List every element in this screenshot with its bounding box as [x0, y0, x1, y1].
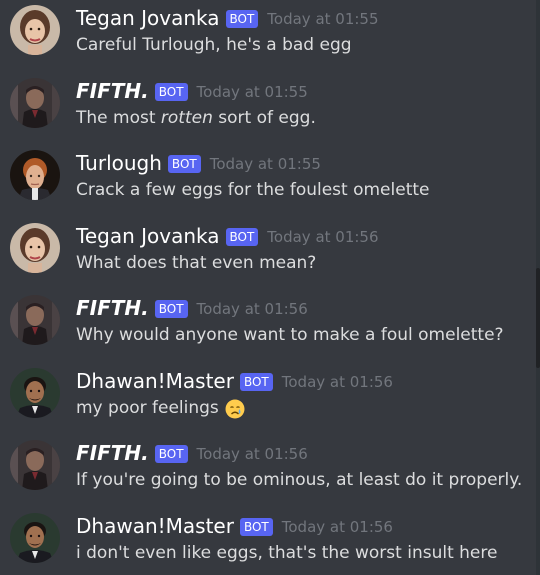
message-text-end: sort of egg.	[212, 108, 316, 128]
chat-message: FIFTH. BOT Today at 01:56 Why would anyo…	[0, 290, 540, 362]
username[interactable]: FIFTH.	[76, 79, 149, 103]
message-content: Careful Turlough, he's a bad egg	[76, 35, 352, 55]
username[interactable]: Dhawan!Master	[76, 514, 234, 538]
username[interactable]: Turlough	[76, 151, 162, 175]
message-content: The most rotten sort of egg.	[76, 108, 316, 128]
message-content: What does that even mean?	[76, 253, 317, 273]
bot-badge: BOT	[167, 155, 201, 173]
timestamp[interactable]: Today at 01:56	[197, 445, 308, 463]
chat-message: FIFTH. BOT Today at 01:56 If you're goin…	[0, 435, 540, 507]
message-text-italic: rotten	[160, 108, 213, 128]
bot-badge: BOT	[225, 228, 259, 246]
timestamp[interactable]: Today at 01:56	[282, 373, 393, 391]
chat-message: Tegan Jovanka BOT Today at 01:56 What do…	[0, 218, 540, 290]
chat-message: Dhawan!Master BOT Today at 01:56 my poor…	[0, 363, 540, 435]
crying-face-emoji-icon	[225, 399, 245, 419]
chat-message: FIFTH. BOT Today at 01:55 The most rotte…	[0, 73, 540, 145]
message-header: Tegan Jovanka BOT Today at 01:55	[76, 4, 379, 32]
bot-badge: BOT	[154, 445, 188, 463]
fifth-avatar[interactable]	[10, 295, 60, 345]
message-content: If you're going to be ominous, at least …	[76, 470, 523, 490]
turlough-avatar[interactable]	[10, 150, 60, 200]
bot-badge: BOT	[225, 10, 259, 28]
timestamp[interactable]: Today at 01:55	[210, 155, 321, 173]
username[interactable]: Tegan Jovanka	[76, 224, 220, 248]
chat-message: Tegan Jovanka BOT Today at 01:55 Careful…	[0, 0, 540, 72]
message-content: i don't even like eggs, that's the worst…	[76, 543, 498, 563]
dhawan-avatar[interactable]	[10, 513, 60, 563]
scrollbar-track[interactable]	[536, 0, 540, 575]
message-text-start: The most	[76, 108, 161, 128]
timestamp[interactable]: Today at 01:56	[282, 518, 393, 536]
message-header: Turlough BOT Today at 01:55	[76, 149, 321, 177]
username[interactable]: Dhawan!Master	[76, 369, 234, 393]
scrollbar-thumb[interactable]	[536, 268, 540, 368]
fifth-avatar[interactable]	[10, 78, 60, 128]
chat-message: Dhawan!Master BOT Today at 01:56 i don't…	[0, 508, 540, 575]
message-header: FIFTH. BOT Today at 01:55	[76, 77, 308, 105]
chat-message-list: Tegan Jovanka BOT Today at 01:55 Careful…	[0, 0, 540, 575]
bot-badge: BOT	[239, 518, 273, 536]
message-header: FIFTH. BOT Today at 01:56	[76, 294, 308, 322]
message-header: Dhawan!Master BOT Today at 01:56	[76, 367, 393, 395]
message-content: my poor feelings	[76, 398, 245, 419]
bot-badge: BOT	[239, 373, 273, 391]
bot-badge: BOT	[154, 300, 188, 318]
timestamp[interactable]: Today at 01:56	[267, 228, 378, 246]
tegan-avatar[interactable]	[10, 5, 60, 55]
username[interactable]: FIFTH.	[76, 296, 149, 320]
message-text: my poor feelings	[76, 398, 219, 418]
chat-message: Turlough BOT Today at 01:55 Crack a few …	[0, 145, 540, 217]
dhawan-avatar[interactable]	[10, 368, 60, 418]
username[interactable]: FIFTH.	[76, 441, 149, 465]
bot-badge: BOT	[154, 83, 188, 101]
tegan-avatar[interactable]	[10, 223, 60, 273]
message-content: Crack a few eggs for the foulest omelett…	[76, 180, 430, 200]
message-header: FIFTH. BOT Today at 01:56	[76, 439, 308, 467]
message-header: Tegan Jovanka BOT Today at 01:56	[76, 222, 379, 250]
message-header: Dhawan!Master BOT Today at 01:56	[76, 512, 393, 540]
fifth-avatar[interactable]	[10, 440, 60, 490]
message-content: Why would anyone want to make a foul ome…	[76, 325, 504, 345]
timestamp[interactable]: Today at 01:55	[267, 10, 378, 28]
username[interactable]: Tegan Jovanka	[76, 6, 220, 30]
timestamp[interactable]: Today at 01:55	[197, 83, 308, 101]
timestamp[interactable]: Today at 01:56	[197, 300, 308, 318]
